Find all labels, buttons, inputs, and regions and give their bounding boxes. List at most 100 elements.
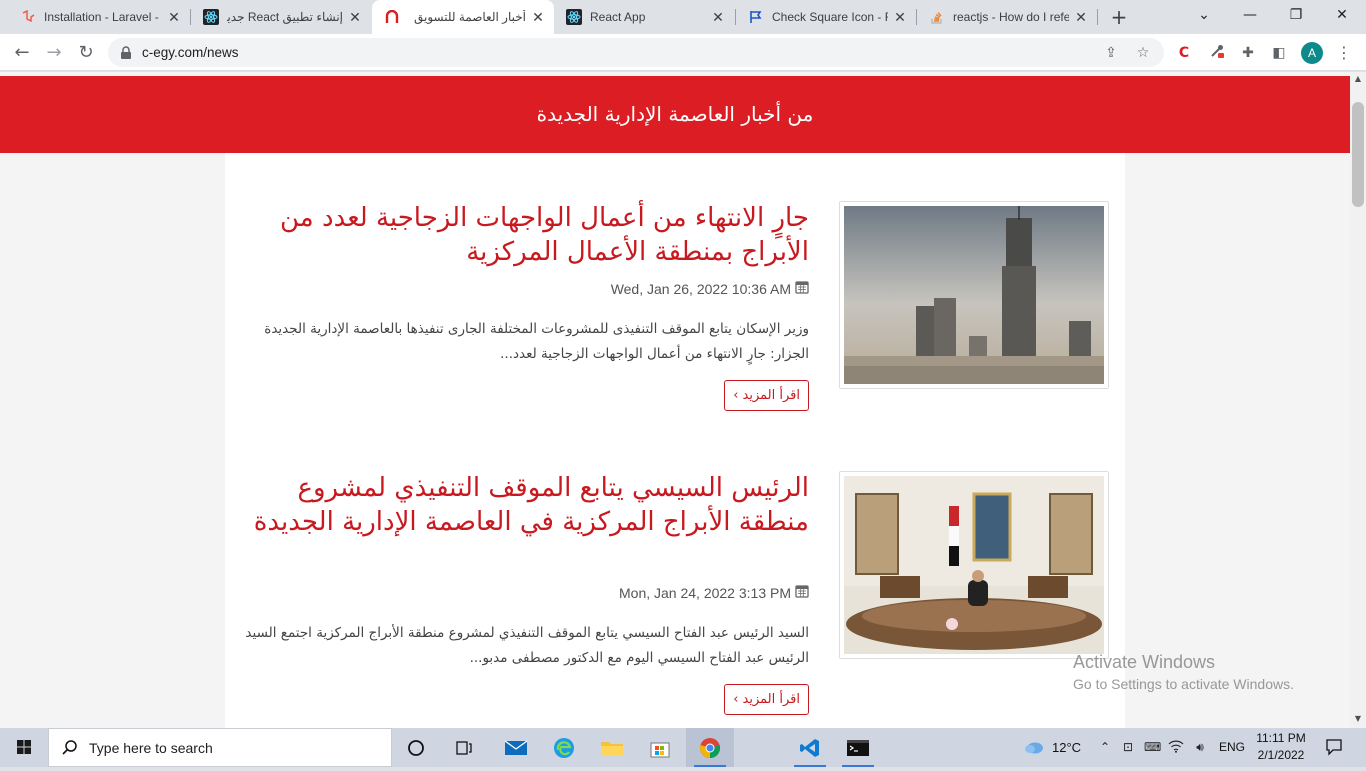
share-icon[interactable]: ⇪: [1102, 44, 1120, 62]
browser-toolbar: ← → ↻ c-egy.com/news ⇪ ☆ C ✚ ◧ A ⋮: [0, 34, 1366, 71]
start-button[interactable]: [0, 728, 48, 767]
cortana-button[interactable]: [392, 728, 440, 767]
taskbar-terminal[interactable]: [834, 728, 882, 767]
tab-title: Installation - Laravel -: [44, 10, 159, 24]
article-date: Wed, Jan 26, 2022 10:36 AM: [509, 280, 809, 297]
weather-temperature[interactable]: 12°C: [1052, 740, 1081, 755]
taskbar-edge[interactable]: [540, 728, 588, 767]
scrollbar-thumb[interactable]: [1352, 102, 1364, 207]
store-icon: [650, 742, 670, 757]
cortana-icon: [408, 739, 424, 756]
weather-cloud-icon[interactable]: [1022, 739, 1046, 755]
calendar-icon: [795, 280, 809, 297]
close-icon[interactable]: ✕: [710, 9, 726, 25]
volume-icon[interactable]: 🔊︎: [1192, 739, 1208, 755]
stackoverflow-icon: [929, 9, 945, 25]
network-adapter-icon[interactable]: ⊡: [1120, 739, 1136, 755]
tab-create-react-app[interactable]: إنشاء تطبيق React جديد ✕: [191, 0, 371, 34]
taskbar-chrome[interactable]: [686, 728, 734, 767]
taskbar-vscode[interactable]: [786, 728, 834, 767]
tab-react-app[interactable]: React App ✕: [554, 0, 734, 34]
back-button[interactable]: ←: [8, 39, 36, 67]
tab-capital-news[interactable]: أخبار العاصمة للتسويق ✕: [372, 0, 554, 34]
tab-stackoverflow-reactjs[interactable]: reactjs - How do I refe ✕: [917, 0, 1097, 34]
read-more-button[interactable]: اقرأ المزيد ›: [724, 380, 809, 411]
close-icon[interactable]: ✕: [347, 9, 363, 25]
lock-icon[interactable]: [120, 45, 132, 59]
terminal-icon: [847, 739, 869, 756]
close-icon[interactable]: ✕: [530, 9, 546, 25]
tab-search-icon[interactable]: ⌄: [1181, 0, 1227, 30]
scroll-down-arrow-icon[interactable]: ▼: [1350, 712, 1366, 726]
menu-kebab-icon[interactable]: ⋮: [1334, 43, 1354, 63]
bookmark-star-icon[interactable]: ☆: [1134, 44, 1152, 62]
article-excerpt: وزير الإسكان يتابع الموقف التنفيذى للمشر…: [264, 321, 809, 362]
page-hero-banner: من أخبار العاصمة الإدارية الجديدة: [0, 76, 1350, 153]
meeting-room-image: [844, 476, 1104, 654]
address-bar[interactable]: c-egy.com/news ⇪ ☆: [108, 38, 1164, 67]
notification-center-icon[interactable]: [1324, 738, 1344, 758]
scroll-up-arrow-icon[interactable]: ▲: [1350, 72, 1366, 86]
react-icon: [566, 9, 582, 25]
tab-laravel-installation[interactable]: Installation - Laravel - ✕: [8, 0, 190, 34]
task-view-button[interactable]: [440, 728, 488, 767]
taskbar-mail[interactable]: [492, 728, 540, 767]
article-thumbnail[interactable]: [839, 201, 1109, 389]
restore-button[interactable]: ❐: [1273, 0, 1319, 30]
clock-time: 11:11 PM: [1256, 731, 1306, 745]
news-list: جارٍ الانتهاء من أعمال الواجهات الزجاجية…: [225, 153, 1125, 728]
watermark-line-1: Activate Windows: [1073, 652, 1216, 672]
new-tab-button[interactable]: +: [1108, 6, 1130, 28]
article-title-link[interactable]: جارٍ الانتهاء من أعمال الواجهات الزجاجية…: [249, 201, 809, 269]
chrome-icon: [700, 737, 721, 758]
taskbar-search[interactable]: Type here to search: [48, 728, 392, 767]
watermark-line-2: Go to Settings to activate Windows.: [1073, 676, 1294, 692]
tab-title: إنشاء تطبيق React جديد: [227, 10, 343, 24]
close-icon[interactable]: ✕: [892, 9, 908, 25]
reload-button[interactable]: ↻: [72, 39, 100, 67]
c-egy-icon: [384, 9, 400, 25]
mail-icon: [504, 739, 528, 755]
taskbar-file-explorer[interactable]: [588, 728, 636, 767]
search-placeholder: Type here to search: [89, 740, 213, 756]
vscode-icon: [800, 738, 819, 757]
minimize-button[interactable]: —: [1227, 0, 1273, 30]
tower-construction-image: [844, 206, 1104, 384]
edge-icon: [554, 737, 574, 758]
windows-logo-icon: [17, 740, 31, 754]
page-scrollbar[interactable]: ▲ ▼: [1350, 72, 1366, 728]
close-icon[interactable]: ✕: [1073, 9, 1089, 25]
page-title: من أخبار العاصمة الإدارية الجديدة: [536, 102, 814, 126]
side-panel-icon[interactable]: ◧: [1269, 43, 1289, 63]
tab-check-square-icon[interactable]: Check Square Icon - R ✕: [736, 0, 916, 34]
extensions-puzzle-icon[interactable]: ✚: [1238, 43, 1258, 63]
article-date-text: Mon, Jan 24, 2022 3:13 PM: [619, 584, 791, 601]
input-method-icon[interactable]: ⌨: [1144, 739, 1161, 755]
close-window-button[interactable]: ✕: [1319, 0, 1365, 30]
close-icon[interactable]: ✕: [166, 9, 182, 25]
read-more-button[interactable]: اقرأ المزيد ›: [724, 684, 809, 715]
profile-avatar[interactable]: A: [1301, 42, 1323, 64]
article-excerpt: السيد الرئيس عبد الفتاح السيسي يتابع الم…: [245, 625, 809, 666]
activate-windows-watermark: Activate Windows Go to Settings to activ…: [1073, 652, 1294, 692]
extension-eyedropper-icon[interactable]: [1207, 43, 1227, 63]
language-indicator[interactable]: ENG: [1219, 740, 1245, 754]
article-title-link[interactable]: الرئيس السيسي يتابع الموقف التنفيذي لمشر…: [249, 471, 809, 539]
flag-icon: [748, 9, 764, 25]
calendar-icon: [795, 584, 809, 601]
tab-title: React App: [590, 10, 646, 24]
extension-c-icon[interactable]: C: [1174, 43, 1194, 63]
chevron-up-icon[interactable]: ⌃: [1097, 739, 1113, 755]
tab-title: أخبار العاصمة للتسويق: [414, 10, 526, 24]
clock-date: 2/1/2022: [1257, 748, 1305, 762]
article-date: Mon, Jan 24, 2022 3:13 PM: [509, 584, 809, 601]
url-text[interactable]: c-egy.com/news: [142, 45, 239, 60]
windows-taskbar: Type here to search 12°C ⌃ ⊡ ⌨ 🔊︎ ENG 11…: [0, 728, 1366, 767]
task-view-icon: [456, 740, 472, 755]
wifi-icon[interactable]: [1168, 739, 1184, 755]
clock[interactable]: 11:11 PM 2/1/2022: [1252, 731, 1310, 762]
browser-tab-strip: Installation - Laravel - ✕ إنشاء تطبيق R…: [0, 0, 1366, 34]
taskbar-store[interactable]: [636, 728, 684, 767]
article-thumbnail[interactable]: [839, 471, 1109, 659]
forward-button[interactable]: →: [40, 39, 68, 67]
